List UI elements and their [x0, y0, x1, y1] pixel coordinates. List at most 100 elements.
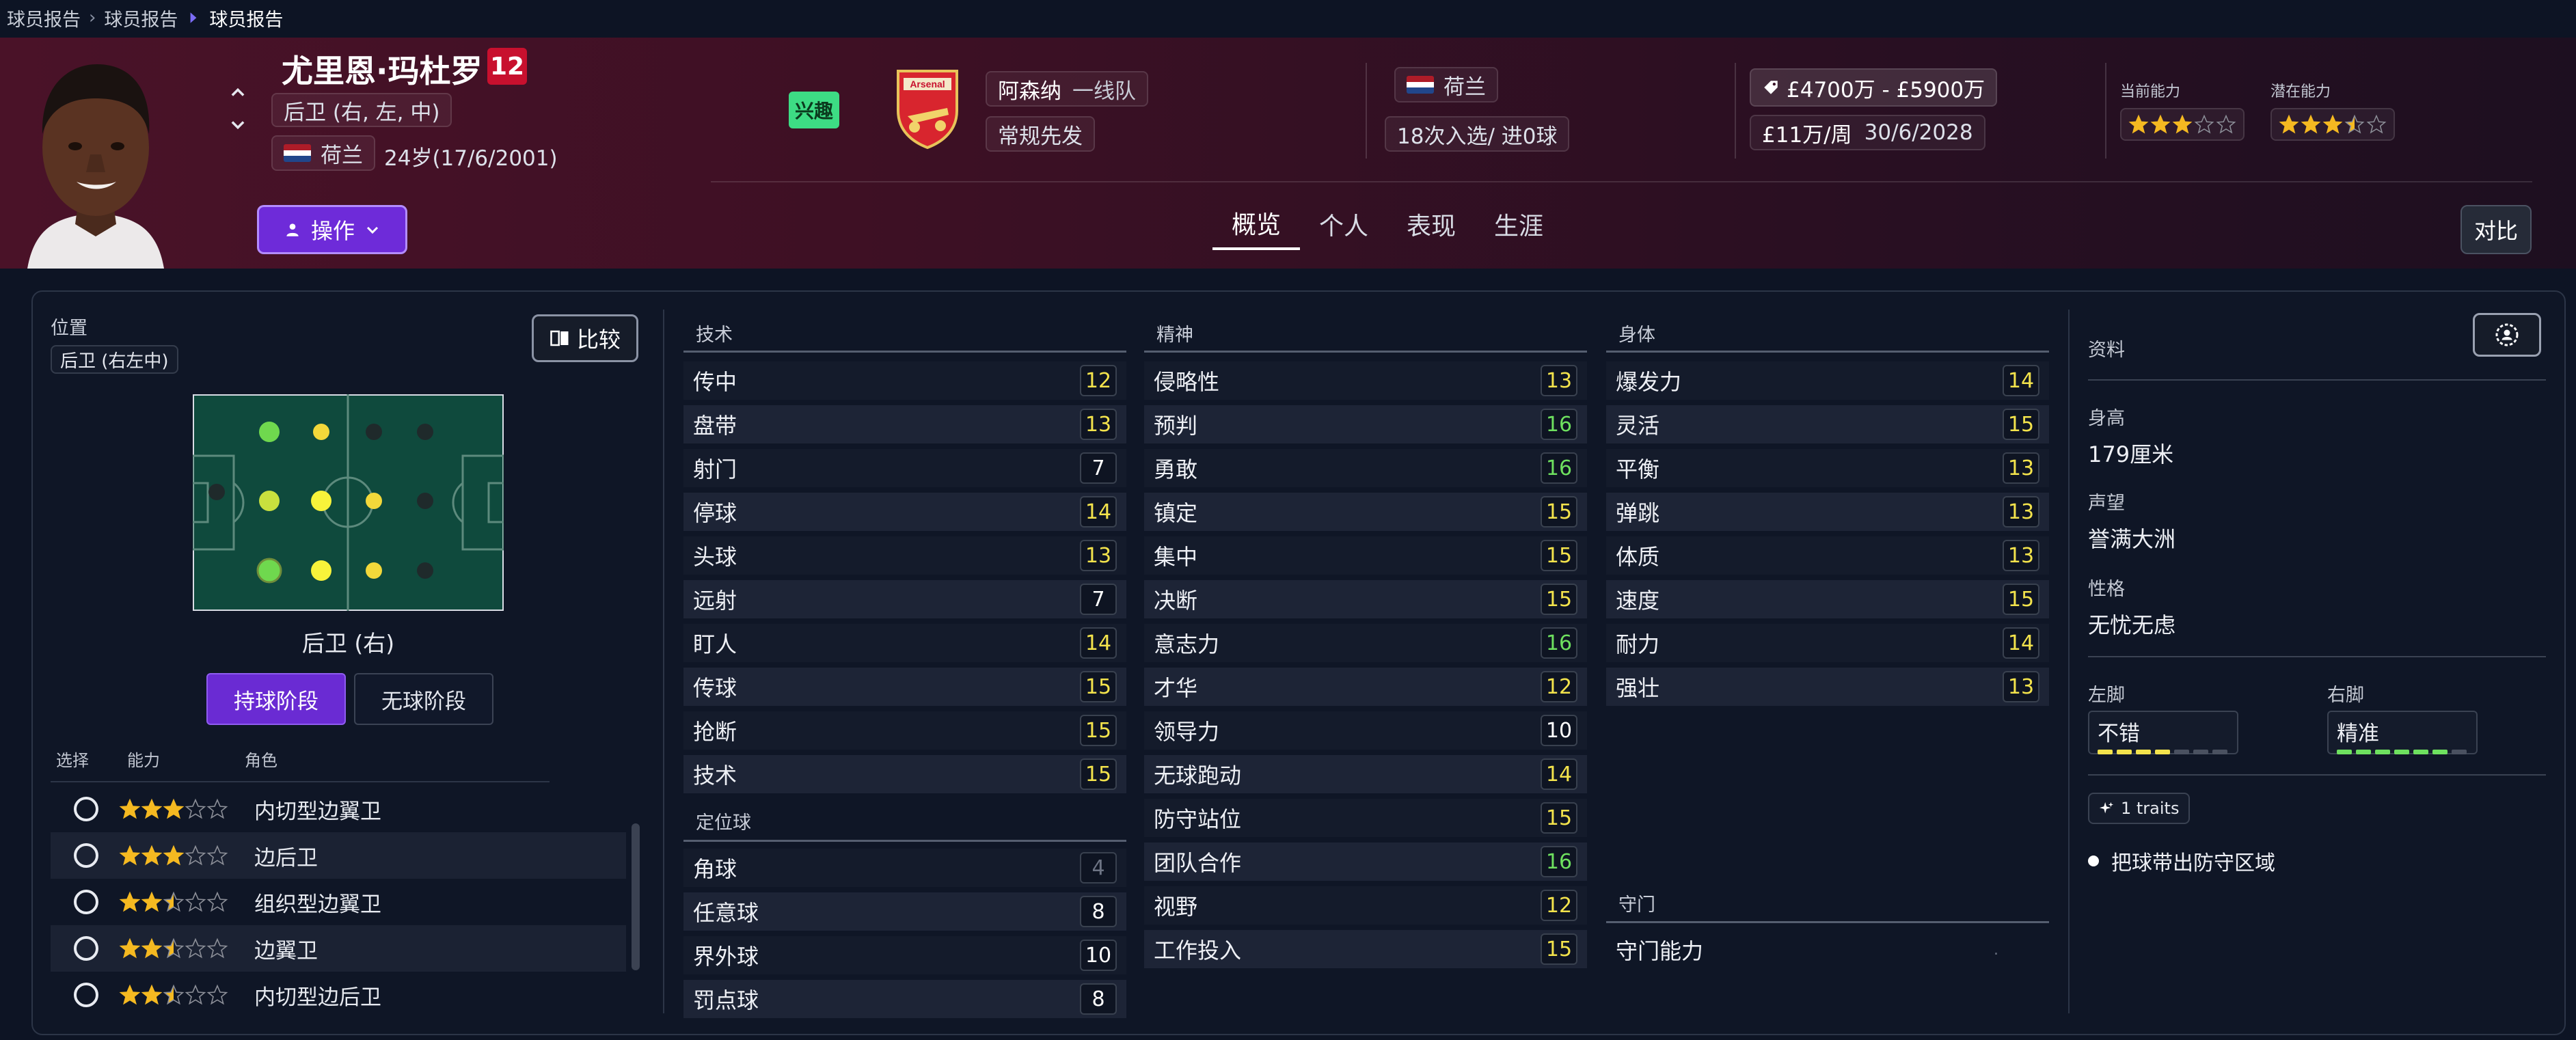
star-full-icon [141, 938, 163, 959]
compare-button[interactable]: 对比 [2460, 205, 2532, 254]
attribute-row[interactable]: 盘带 13 [683, 405, 1126, 443]
role-ability-stars [119, 984, 228, 1006]
position-marker-selected[interactable] [256, 558, 282, 584]
attribute-row[interactable]: 强壮 13 [1606, 668, 2049, 706]
role-radio[interactable] [74, 890, 98, 914]
attribute-row[interactable]: 平衡 13 [1606, 449, 2049, 487]
attribute-row[interactable]: 灵活 15 [1606, 405, 2049, 443]
national-team-chip[interactable]: 荷兰 [1394, 67, 1498, 102]
role-row[interactable]: 内切型边翼卫 [51, 786, 626, 832]
role-row[interactable]: 内切型边后卫 [51, 972, 626, 1018]
attribute-row[interactable]: 意志力 16 [1144, 624, 1587, 662]
position-marker[interactable] [366, 562, 382, 579]
role-row[interactable]: 组织型边翼卫 [51, 879, 626, 925]
tab-career[interactable]: 生涯 [1475, 198, 1562, 250]
club-squad: 一线队 [1072, 79, 1136, 104]
role-radio[interactable] [74, 936, 98, 961]
attribute-row[interactable]: 头球 13 [683, 536, 1126, 575]
role-list-scrollbar[interactable] [632, 823, 640, 970]
attribute-name: 才华 [1154, 675, 1198, 701]
attribute-row[interactable]: 耐力 14 [1606, 624, 2049, 662]
position-marker[interactable] [208, 484, 225, 500]
profile-view-button[interactable] [2473, 313, 2541, 357]
attribute-row[interactable]: 镇定 15 [1144, 493, 1587, 531]
attribute-row[interactable]: 无球跑动 14 [1144, 755, 1587, 793]
value-chip[interactable]: £4700万 - £5900万 [1750, 68, 1998, 107]
attribute-name: 工作投入 [1154, 938, 1242, 963]
attribute-row[interactable]: 视野 12 [1144, 886, 1587, 925]
position-marker[interactable] [259, 422, 280, 442]
breadcrumb-item-1[interactable]: 球员报告 [7, 5, 81, 31]
divider [2105, 63, 2106, 159]
foot-bar-segment [2375, 750, 2390, 754]
tab-personal[interactable]: 个人 [1300, 198, 1387, 250]
position-marker[interactable] [366, 424, 382, 440]
star-empty-icon [206, 891, 228, 912]
previous-player-button[interactable] [223, 79, 253, 107]
attribute-row[interactable]: 工作投入 15 [1144, 930, 1587, 968]
attribute-name: 视野 [1154, 894, 1198, 920]
attribute-row[interactable]: 远射 7 [683, 580, 1126, 618]
club-chip[interactable]: 阿森纳 一线队 [986, 71, 1148, 107]
position-marker[interactable] [417, 493, 433, 509]
interest-badge[interactable]: 兴趣 [789, 92, 839, 128]
attribute-row[interactable]: 预判 16 [1144, 405, 1587, 443]
attribute-row[interactable]: 角球 4 [683, 849, 1126, 887]
attribute-row[interactable]: 停球 14 [683, 493, 1126, 531]
player-nation-chip[interactable]: 荷兰 [271, 135, 375, 171]
role-radio[interactable] [74, 983, 98, 1007]
attribute-row[interactable]: 爆发力 14 [1606, 361, 2049, 400]
position-marker[interactable] [417, 424, 433, 440]
position-marker[interactable] [259, 491, 280, 511]
attribute-name: 领导力 [1154, 719, 1220, 745]
tab-overview[interactable]: 概览 [1212, 198, 1301, 250]
potential-ability-stars [2270, 108, 2395, 141]
attribute-row[interactable]: 盯人 14 [683, 624, 1126, 662]
attribute-value: 16 [1541, 452, 1577, 484]
attribute-row[interactable]: 传球 15 [683, 668, 1126, 706]
role-radio[interactable] [74, 843, 98, 868]
tab-performance[interactable]: 表现 [1387, 198, 1475, 250]
attribute-row[interactable]: 侵略性 13 [1144, 361, 1587, 400]
attribute-row[interactable]: 界外球 10 [683, 936, 1126, 974]
profile-tabs: 概览 个人 表现 生涯 [1212, 198, 1562, 250]
role-row[interactable]: 边后卫 [51, 832, 626, 879]
attribute-row[interactable]: 传中 12 [683, 361, 1126, 400]
attribute-row[interactable]: 体质 13 [1606, 536, 2049, 575]
position-marker[interactable] [311, 560, 331, 581]
attribute-row[interactable]: 决断 15 [1144, 580, 1587, 618]
attribute-row[interactable]: 射门 7 [683, 449, 1126, 487]
out-of-possession-tab[interactable]: 无球阶段 [354, 673, 493, 725]
attribute-row[interactable]: 集中 15 [1144, 536, 1587, 575]
in-possession-tab[interactable]: 持球阶段 [206, 673, 346, 725]
role-ability-stars [119, 845, 228, 866]
attribute-row[interactable]: 团队合作 16 [1144, 843, 1587, 881]
attribute-row[interactable]: 任意球 8 [683, 892, 1126, 931]
attribute-row[interactable]: 速度 15 [1606, 580, 2049, 618]
role-header-role: 角色 [245, 751, 277, 770]
attribute-row[interactable]: 领导力 10 [1144, 711, 1587, 750]
chevron-right-icon [191, 12, 197, 23]
traits-chip[interactable]: 1 traits [2088, 793, 2191, 824]
role-radio[interactable] [74, 797, 98, 821]
action-menu-button[interactable]: 操作 [257, 205, 407, 254]
attribute-row[interactable]: 勇敢 16 [1144, 449, 1587, 487]
position-marker[interactable] [313, 424, 329, 440]
attribute-value: 12 [1080, 365, 1117, 396]
attribute-row[interactable]: 才华 12 [1144, 668, 1587, 706]
attribute-row[interactable]: 罚点球 8 [683, 980, 1126, 1018]
position-marker[interactable] [311, 491, 331, 511]
next-player-button[interactable] [223, 111, 253, 138]
attribute-row[interactable]: 弹跳 13 [1606, 493, 2049, 531]
attribute-value: 15 [1080, 671, 1117, 702]
position-marker[interactable] [417, 562, 433, 579]
compare-position-button[interactable]: 比较 [532, 314, 638, 362]
position-marker[interactable] [366, 493, 382, 509]
star-full-icon [2279, 114, 2299, 134]
role-row[interactable]: 边翼卫 [51, 925, 626, 972]
foot-bar-segment [2432, 750, 2448, 754]
attribute-row[interactable]: 防守站位 15 [1144, 799, 1587, 837]
attribute-row[interactable]: 抢断 15 [683, 711, 1126, 750]
attribute-row[interactable]: 技术 15 [683, 755, 1126, 793]
breadcrumb-item-2[interactable]: 球员报告 [104, 5, 178, 31]
